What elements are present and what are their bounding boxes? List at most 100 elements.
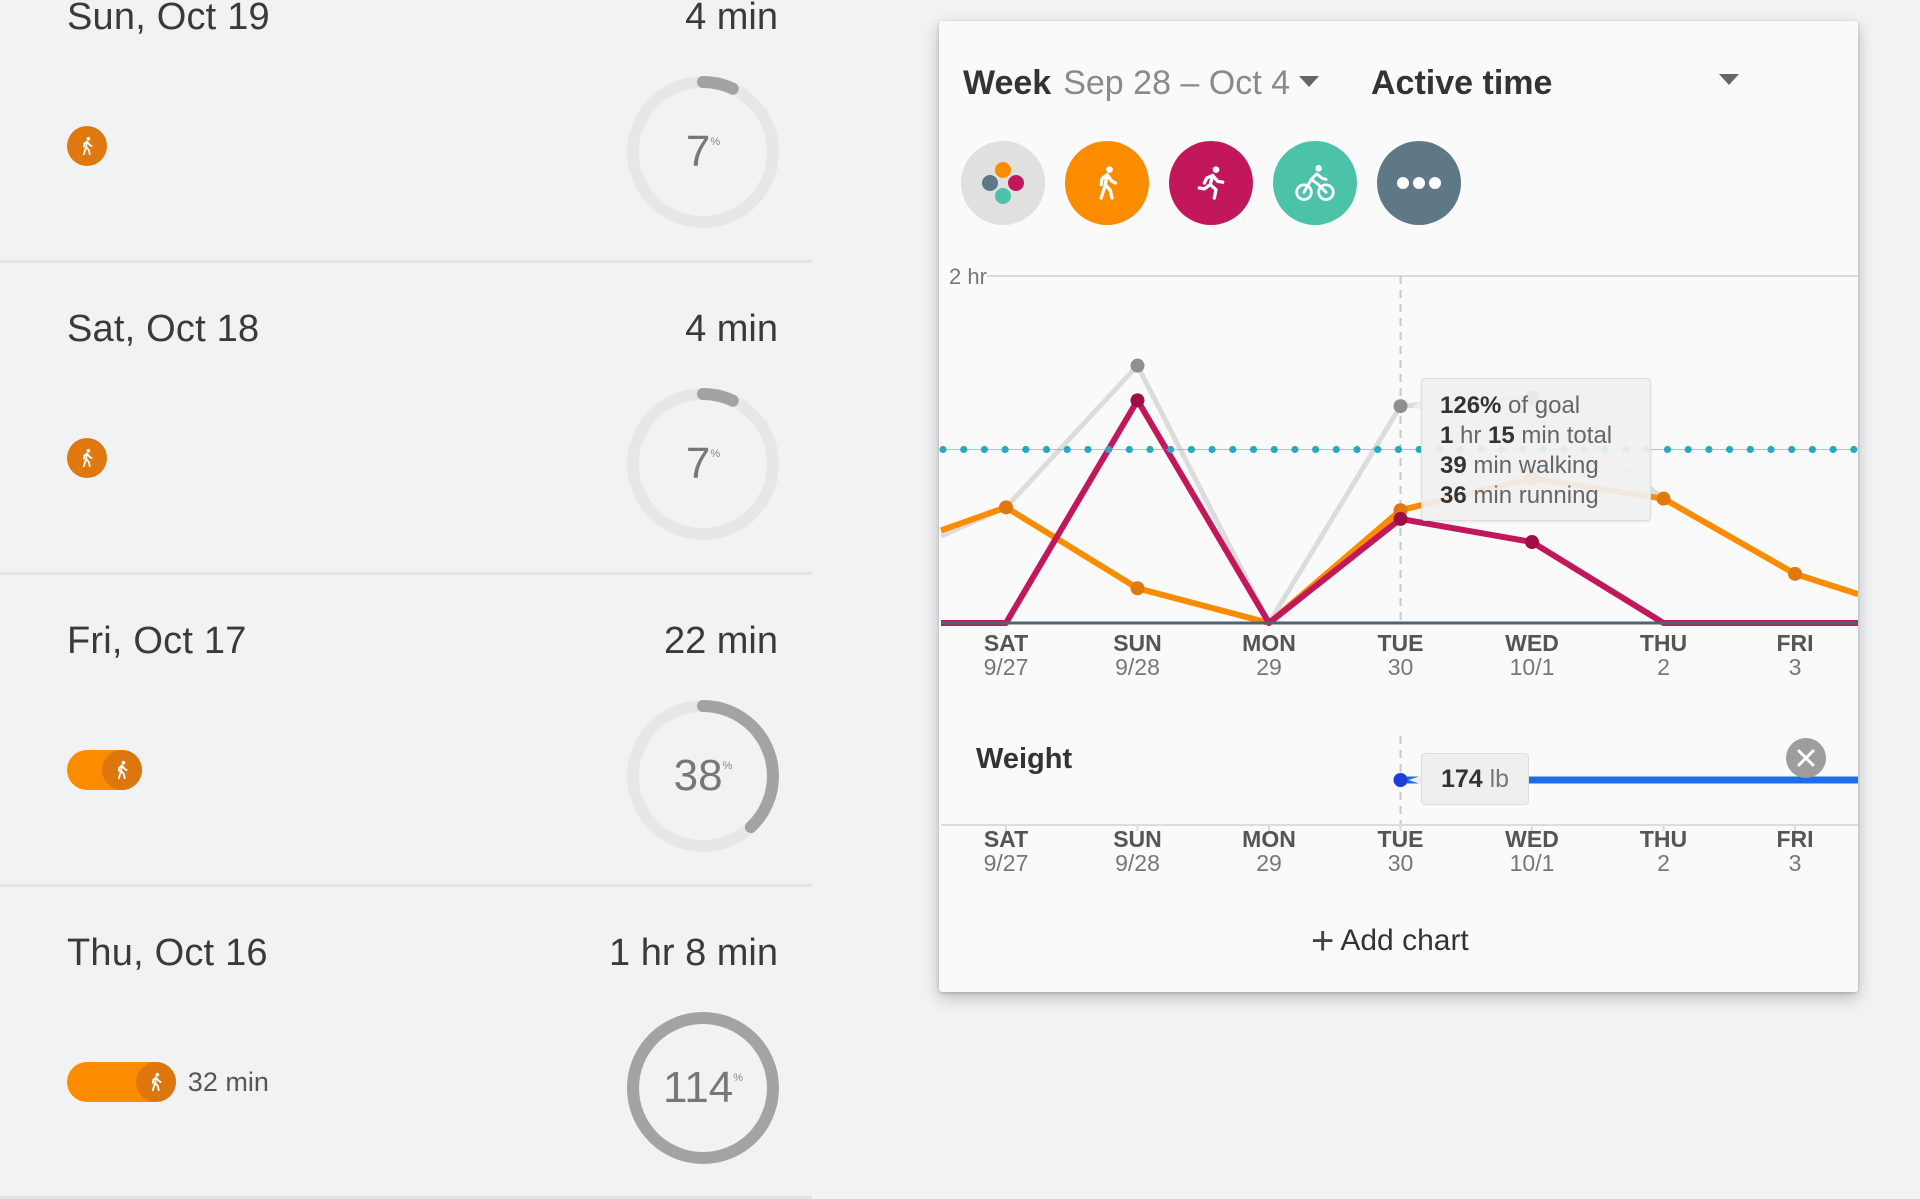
day-row[interactable]: Sun, Oct 19 4 min 7% [0, 0, 812, 263]
add-chart-button[interactable]: + Add chart [1311, 921, 1469, 961]
goal-line-dot [1332, 445, 1340, 454]
weight-x-tick-day: WED [1505, 826, 1559, 852]
activity-x-tick-date: 10/1 [1510, 654, 1555, 680]
running-data-point [1393, 511, 1408, 526]
weight-x-tick-day: MON [1242, 826, 1296, 852]
day-total-time: 22 min [663, 620, 778, 662]
goal-progress-ring: 7% [623, 72, 783, 232]
walking-activity-bar [67, 1062, 176, 1102]
activity-x-tick-day: SUN [1113, 630, 1162, 656]
goal-line-dot [1663, 445, 1672, 454]
remove-weight-chart-button[interactable] [1786, 738, 1826, 778]
goal-line-dot [1125, 445, 1133, 454]
tooltip-total-line: 1 hr 15 min total [1440, 422, 1613, 449]
activity-x-tick-date: 9/28 [1115, 654, 1160, 680]
goal-line-dot [1229, 445, 1237, 454]
add-chart-label: Add chart [1340, 924, 1469, 957]
goal-percent-label: 7% [685, 439, 721, 488]
goal-line-dot [939, 445, 947, 454]
activity-x-tick-day: FRI [1776, 630, 1813, 656]
goal-progress-ring: 7% [623, 384, 783, 544]
weight-x-tick-date: 2 [1657, 850, 1670, 876]
day-date: Fri, Oct 17 [67, 620, 247, 662]
running-data-point [1130, 393, 1145, 408]
walking-icon [117, 760, 128, 780]
goal-line-dot [1022, 445, 1030, 454]
weight-x-tick-date: 30 [1388, 850, 1414, 876]
activity-x-tick-date: 30 [1388, 654, 1414, 680]
weight-x-tick-day: THU [1640, 826, 1687, 852]
goal-line-dot [1042, 445, 1051, 454]
goal-line-dot [1808, 445, 1816, 454]
tooltip-goal-line: 126% of goal [1440, 392, 1581, 419]
activity-x-tick-day: MON [1242, 630, 1296, 656]
weight-x-tick-day: SAT [984, 826, 1028, 852]
weight-x-tick-day: SUN [1113, 826, 1162, 852]
goal-percent-label: 114% [663, 1063, 743, 1112]
goal-line-dot [1208, 445, 1216, 454]
y-tick-label: 2 hr [949, 264, 987, 289]
goal-line-dot [1105, 445, 1113, 454]
activity-x-tick-day: THU [1640, 630, 1687, 656]
goal-percent-label: 7% [685, 127, 721, 176]
walking-activity-indicator [67, 438, 107, 478]
goal-percent-label: 38% [673, 751, 733, 800]
day-row[interactable]: Sat, Oct 18 4 min 7% [0, 263, 812, 575]
walking-minutes-label: 32 min [187, 1067, 269, 1097]
goal-line-dot [980, 445, 988, 454]
walking-icon-badge [135, 1062, 176, 1102]
activity-x-tick-day: SAT [984, 630, 1028, 656]
goal-line-dot [1726, 445, 1734, 454]
weight-x-tick-day: TUE [1378, 826, 1424, 852]
day-date: Sat, Oct 18 [67, 308, 260, 350]
day-total-time: 1 hr 8 min [609, 932, 778, 974]
goal-line-dot [1788, 445, 1796, 454]
goal-line-dot [1705, 445, 1713, 454]
walking-icon [82, 448, 93, 468]
activity-x-tick-date: 2 [1657, 654, 1670, 680]
goal-line-dot [1394, 445, 1402, 454]
day-total-time: 4 min [685, 0, 778, 38]
chart-tooltip: 126% of goal 1 hr 15 min total 39 min wa… [1421, 378, 1651, 521]
day-row[interactable]: Fri, Oct 17 22 min 38% [0, 575, 812, 887]
walking-data-point [1656, 491, 1671, 506]
activity-x-tick-day: TUE [1378, 630, 1424, 656]
close-icon [1797, 749, 1815, 767]
walking-data-point [1788, 566, 1802, 581]
weight-x-tick-date: 10/1 [1510, 850, 1555, 876]
tooltip-running-line: 36 min running [1440, 482, 1599, 509]
day-date: Thu, Oct 16 [67, 932, 268, 974]
activity-x-tick-date: 3 [1789, 654, 1802, 680]
goal-line-dot [1167, 445, 1175, 454]
goal-line-dot [960, 445, 968, 454]
total-data-point [1393, 399, 1408, 414]
daily-activity-list: Sun, Oct 19 4 min 7% Sat, Oct 18 4 min 7% Fri,… [0, 0, 812, 1199]
weight-chart-title: Weight [976, 743, 1073, 775]
walking-icon [151, 1072, 162, 1092]
day-row[interactable]: Thu, Oct 16 1 hr 8 min 32 min 114% [0, 887, 812, 1199]
goal-line-dot [1291, 445, 1299, 454]
activity-x-tick-date: 9/27 [984, 654, 1029, 680]
active-time-chart: 2 hrSAT9/27SUN9/28MON29TUE30WED10/1THU2F… [939, 264, 1858, 876]
goal-line-dot [1084, 445, 1092, 454]
goal-line-dot [1374, 445, 1382, 454]
weight-x-tick-date: 29 [1256, 850, 1282, 876]
goal-line-dot [1001, 445, 1009, 454]
goal-progress-ring: 38% [623, 696, 783, 856]
walking-icon [82, 136, 93, 156]
goal-line-dot [1746, 445, 1754, 454]
activity-x-tick-day: WED [1505, 630, 1559, 656]
day-total-time: 4 min [685, 308, 778, 350]
activity-x-tick-date: 29 [1256, 654, 1282, 680]
day-date: Sun, Oct 19 [67, 0, 270, 38]
goal-line-dot [1187, 445, 1195, 454]
goal-line-dot [1850, 445, 1858, 454]
goal-line-dot [1353, 445, 1361, 454]
goal-line-dot [1249, 445, 1258, 454]
plus-icon: + [1311, 919, 1335, 963]
goal-line-dot [1146, 445, 1154, 454]
total-data-point [1130, 358, 1145, 373]
walking-icon-badge [101, 750, 142, 790]
weight-x-tick-date: 9/27 [984, 850, 1029, 876]
weight-x-tick-day: FRI [1776, 826, 1813, 852]
